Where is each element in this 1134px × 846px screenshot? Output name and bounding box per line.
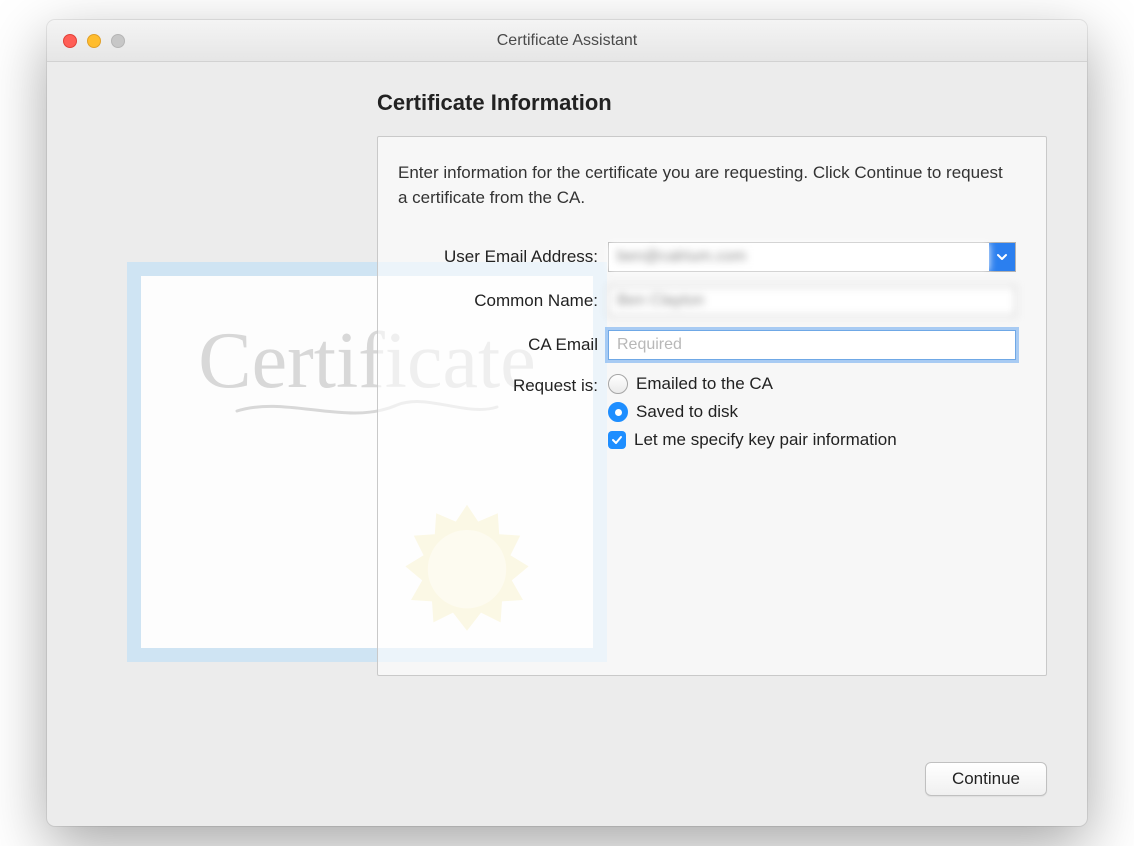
email-label: User Email Address: <box>398 247 608 267</box>
window-title: Certificate Assistant <box>47 32 1087 50</box>
option-keypair-label: Let me specify key pair information <box>634 430 897 450</box>
titlebar[interactable]: Certificate Assistant <box>47 20 1087 62</box>
email-dropdown-button[interactable] <box>989 243 1015 271</box>
checkbox-specify-keypair[interactable] <box>608 431 626 449</box>
chevron-down-icon <box>996 251 1008 263</box>
traffic-lights <box>47 34 125 48</box>
footer: Continue <box>47 742 1087 826</box>
radio-emailed-to-ca[interactable] <box>608 374 628 394</box>
email-input[interactable] <box>609 243 989 271</box>
ca-email-label: CA Email <box>398 335 608 355</box>
instructions-text: Enter information for the certificate yo… <box>398 161 1016 210</box>
ca-email-input[interactable] <box>608 330 1016 360</box>
request-label: Request is: <box>398 374 608 396</box>
email-combobox[interactable] <box>608 242 1016 272</box>
common-name-input[interactable] <box>608 286 1016 316</box>
option-saved-to-disk[interactable]: Saved to disk <box>608 402 1016 422</box>
radio-saved-to-disk[interactable] <box>608 402 628 422</box>
form-panel: Enter information for the certificate yo… <box>377 136 1047 676</box>
zoom-window-button <box>111 34 125 48</box>
option-emailed-label: Emailed to the CA <box>636 374 773 394</box>
content-area: Certificate Certificate Information Ente… <box>47 62 1087 742</box>
option-specify-keypair[interactable]: Let me specify key pair information <box>608 430 1016 450</box>
section-title: Certificate Information <box>377 90 1047 116</box>
continue-button[interactable]: Continue <box>925 762 1047 796</box>
option-saved-label: Saved to disk <box>636 402 738 422</box>
option-emailed-to-ca[interactable]: Emailed to the CA <box>608 374 1016 394</box>
assistant-window: Certificate Assistant Certificate Certif… <box>47 20 1087 826</box>
common-name-label: Common Name: <box>398 291 608 311</box>
close-window-button[interactable] <box>63 34 77 48</box>
minimize-window-button[interactable] <box>87 34 101 48</box>
check-icon <box>611 434 623 446</box>
